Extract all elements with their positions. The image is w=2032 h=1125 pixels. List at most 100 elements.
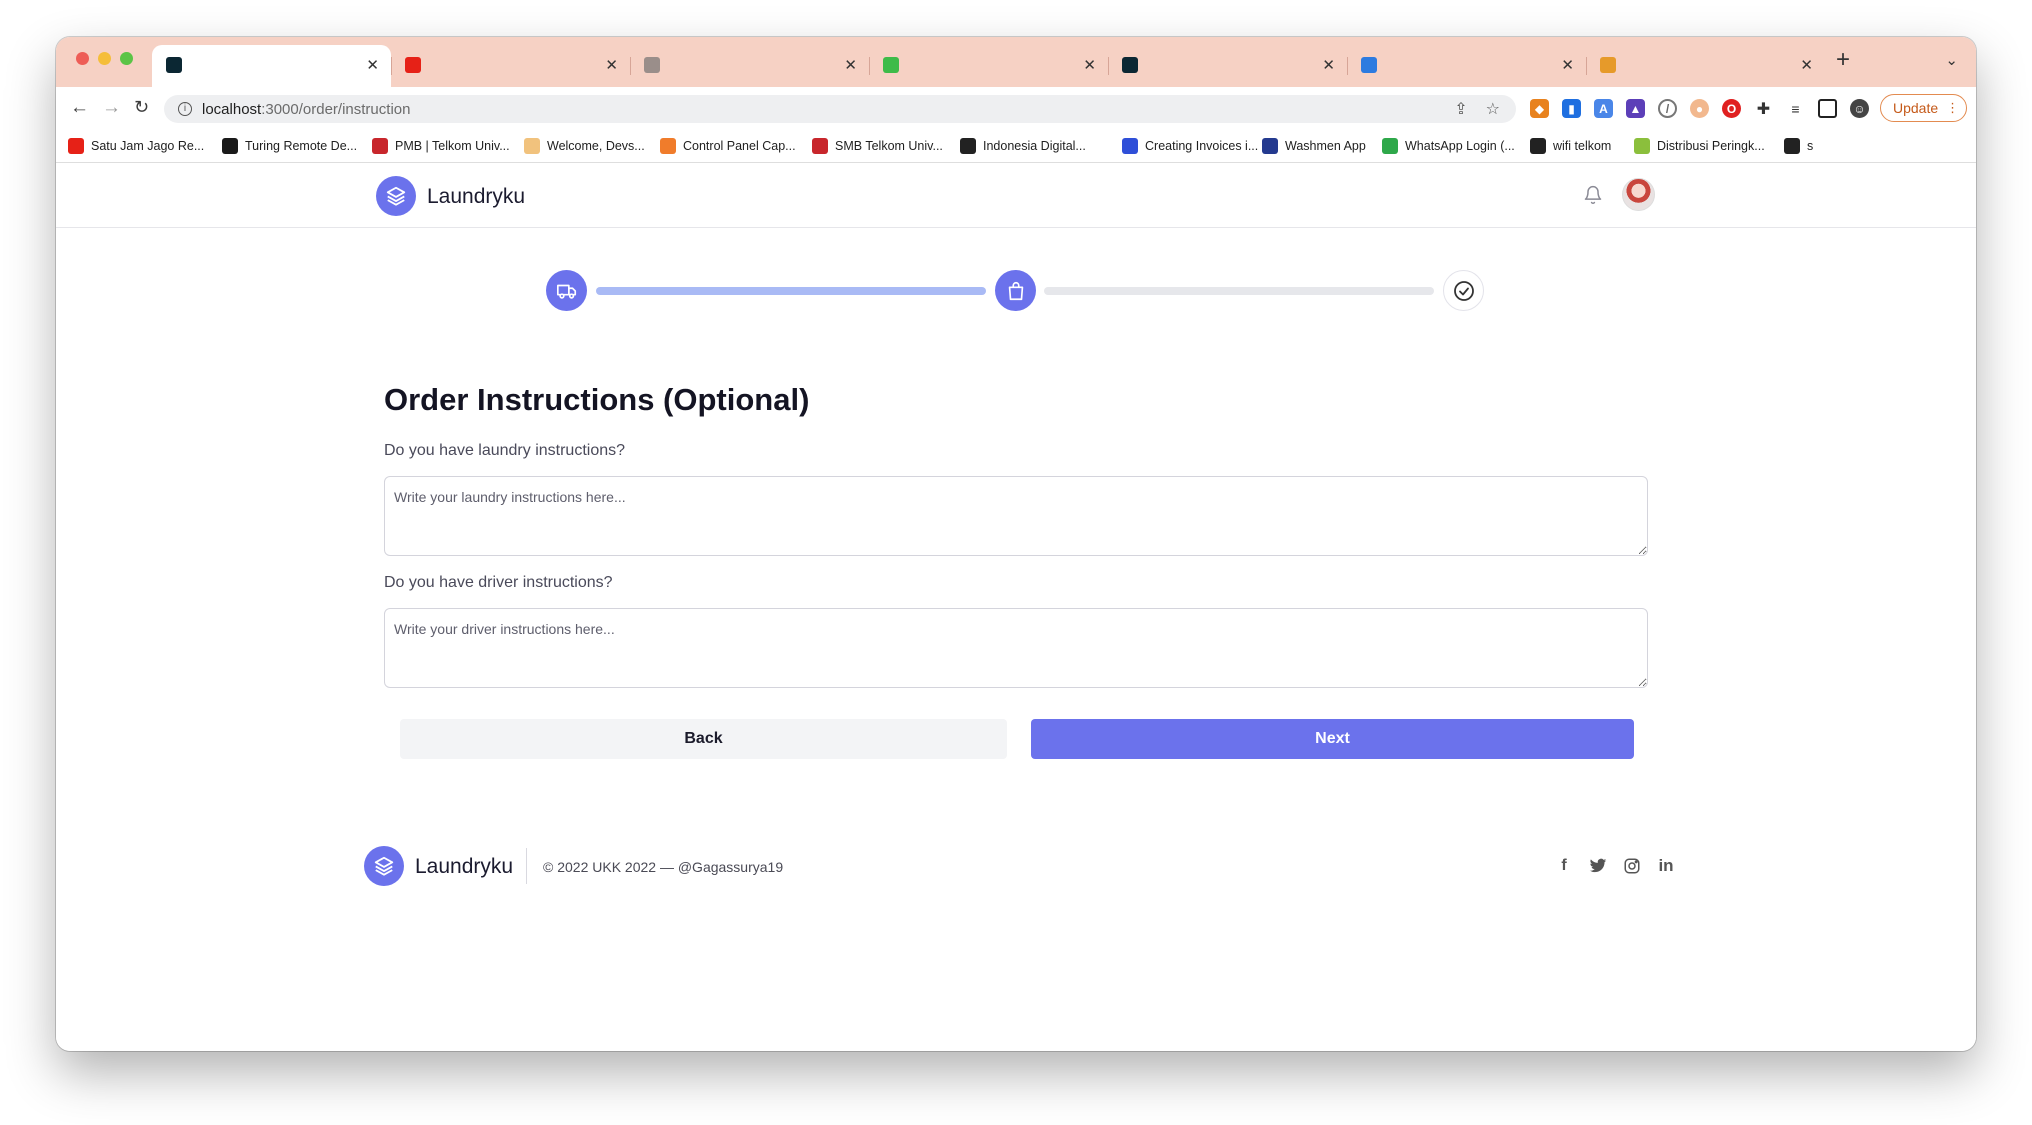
tab-close-icon[interactable]: ✕ (605, 56, 618, 74)
puzzle-icon[interactable]: ✚ (1754, 99, 1773, 118)
tab-3[interactable]: gagassurya19/The-Real-Laund✕ (630, 45, 869, 85)
bookmark-star-icon[interactable]: ☆ (1486, 99, 1500, 119)
profile-icon[interactable]: ☺ (1850, 99, 1869, 118)
telkom-icon (372, 138, 388, 154)
driver-instructions-label: Do you have driver instructions? (384, 574, 613, 591)
tab-close-icon[interactable]: ✕ (1083, 56, 1096, 74)
bookmark-label: Turing Remote De... (245, 139, 358, 153)
page-title: Order Instructions (Optional) (384, 382, 810, 417)
brand-name[interactable]: Laundryku (427, 185, 525, 209)
bookmark-item[interactable]: Indonesia Digital... (960, 138, 1086, 154)
tab-1[interactable]: React App✕ (152, 45, 391, 87)
w-icon (1382, 138, 1398, 154)
dbdiagram-icon (1361, 57, 1377, 73)
url-path: :3000/order/instruction (261, 100, 411, 118)
back-arrow-icon[interactable]: ← (70, 97, 89, 119)
share-icon[interactable]: ⇪ (1454, 99, 1467, 119)
translate-icon[interactable]: A (1594, 99, 1613, 118)
bookmark-item[interactable]: Control Panel Cap... (660, 138, 796, 154)
twitter-icon[interactable] (1588, 856, 1608, 876)
tab-7[interactable]: localhost:8888 / localhost / lau✕ (1586, 45, 1825, 85)
bell-icon[interactable] (1583, 184, 1603, 211)
bookmark-label: Distribusi Peringk... (1657, 139, 1765, 153)
minimize-window-button[interactable] (98, 52, 111, 65)
globe-icon (1530, 138, 1546, 154)
tab-close-icon[interactable]: ✕ (844, 56, 857, 74)
bookmark-item[interactable]: Welcome, Devs... (524, 138, 645, 154)
facebook-icon[interactable]: f (1554, 856, 1574, 876)
tab-6[interactable]: Laundry - dbdiagram.io✕ (1347, 45, 1586, 85)
address-bar[interactable]: i localhost:3000/order/instruction ⇪ ☆ (164, 95, 1516, 123)
honey-icon[interactable]: ● (1690, 99, 1709, 118)
step-delivery-truck-icon (546, 270, 587, 311)
block-icon[interactable]: / (1658, 99, 1677, 118)
bookmark-label: Control Panel Cap... (683, 139, 796, 153)
step-order-shopping-bag-icon (995, 270, 1036, 311)
tab-search-chevron-icon[interactable]: ⌄ (1945, 51, 1958, 69)
laundry-instructions-input[interactable] (384, 476, 1648, 556)
forward-arrow-icon[interactable]: → (102, 97, 121, 119)
tab-4[interactable]: (4) WhatsApp✕ (869, 45, 1108, 85)
tab-close-icon[interactable]: ✕ (366, 56, 379, 74)
site-info-icon[interactable]: i (178, 102, 192, 116)
js-icon (1122, 138, 1138, 154)
bookmark-label: Creating Invoices i... (1145, 139, 1259, 153)
next-button[interactable]: Next (1031, 719, 1634, 759)
bookmark-label: Washmen App (1285, 139, 1366, 153)
close-window-button[interactable] (76, 52, 89, 65)
linkedin-icon[interactable]: in (1656, 856, 1676, 876)
back-button[interactable]: Back (400, 719, 1007, 759)
bookmark-item[interactable]: s (1784, 138, 1813, 154)
bookmark-label: Welcome, Devs... (547, 139, 645, 153)
avatar[interactable] (1622, 178, 1655, 211)
tabs: React App✕TULUS FULL ALBUM | ALB✕gagassu… (152, 45, 1825, 87)
browser-window: React App✕TULUS FULL ALBUM | ALB✕gagassu… (56, 37, 1976, 1051)
bookmark-item[interactable]: Turing Remote De... (222, 138, 357, 154)
bookmark-item[interactable]: SMB Telkom Univ... (812, 138, 943, 154)
metamask-icon[interactable]: ◆ (1530, 99, 1549, 118)
social-links: f in (1554, 856, 1676, 876)
graduation-cap-icon[interactable]: ▲ (1626, 99, 1645, 118)
update-button[interactable]: Update ⋮ (1880, 94, 1967, 122)
footer-brand-name[interactable]: Laundryku (415, 855, 513, 879)
bookmark-label: Indonesia Digital... (983, 139, 1086, 153)
bookmark-item[interactable]: WhatsApp Login (... (1382, 138, 1515, 154)
bookmark-item[interactable]: Distribusi Peringk... (1634, 138, 1765, 154)
step-confirm-check-circle-icon (1443, 270, 1484, 311)
opera-icon[interactable]: O (1722, 99, 1741, 118)
idt-icon (960, 138, 976, 154)
driver-instructions-input[interactable] (384, 608, 1648, 688)
globe-icon (1784, 138, 1800, 154)
copyright-text: © 2022 UKK 2022 — @Gagassurya19 (543, 859, 784, 875)
react-icon (1122, 57, 1138, 73)
update-label: Update (1893, 100, 1939, 116)
laundry-instructions-label: Do you have laundry instructions? (384, 442, 626, 459)
wave-icon (524, 138, 540, 154)
bookmark-item[interactable]: Satu Jam Jago Re... (68, 138, 204, 154)
logo-icon[interactable] (376, 176, 416, 216)
bitwarden-icon[interactable]: ▮ (1562, 99, 1581, 118)
reading-list-icon[interactable]: ≡ (1786, 99, 1805, 118)
bookmark-label: s (1807, 139, 1814, 153)
turing-icon (222, 138, 238, 154)
step-progress-line-1 (596, 287, 986, 295)
reload-icon[interactable]: ↻ (134, 97, 149, 118)
tab-2[interactable]: TULUS FULL ALBUM | ALB✕ (391, 45, 630, 85)
new-tab-button[interactable]: + (1836, 46, 1850, 74)
maximize-window-button[interactable] (120, 52, 133, 65)
telkom-icon (812, 138, 828, 154)
tab-close-icon[interactable]: ✕ (1561, 56, 1574, 74)
instagram-icon[interactable] (1622, 856, 1642, 876)
app-header: Laundryku (56, 164, 1976, 228)
side-panel-icon[interactable] (1818, 99, 1837, 118)
bookmark-item[interactable]: wifi telkom (1530, 138, 1611, 154)
bookmark-item[interactable]: Creating Invoices i... (1122, 138, 1258, 154)
youtube-icon (68, 138, 84, 154)
bookmark-item[interactable]: Washmen App (1262, 138, 1366, 154)
bookmark-item[interactable]: PMB | Telkom Univ... (372, 138, 510, 154)
tab-strip: React App✕TULUS FULL ALBUM | ALB✕gagassu… (56, 37, 1976, 87)
tab-close-icon[interactable]: ✕ (1800, 56, 1813, 74)
tab-5[interactable]: React App✕ (1108, 45, 1347, 85)
footer-logo-icon[interactable] (364, 846, 404, 886)
tab-close-icon[interactable]: ✕ (1322, 56, 1335, 74)
